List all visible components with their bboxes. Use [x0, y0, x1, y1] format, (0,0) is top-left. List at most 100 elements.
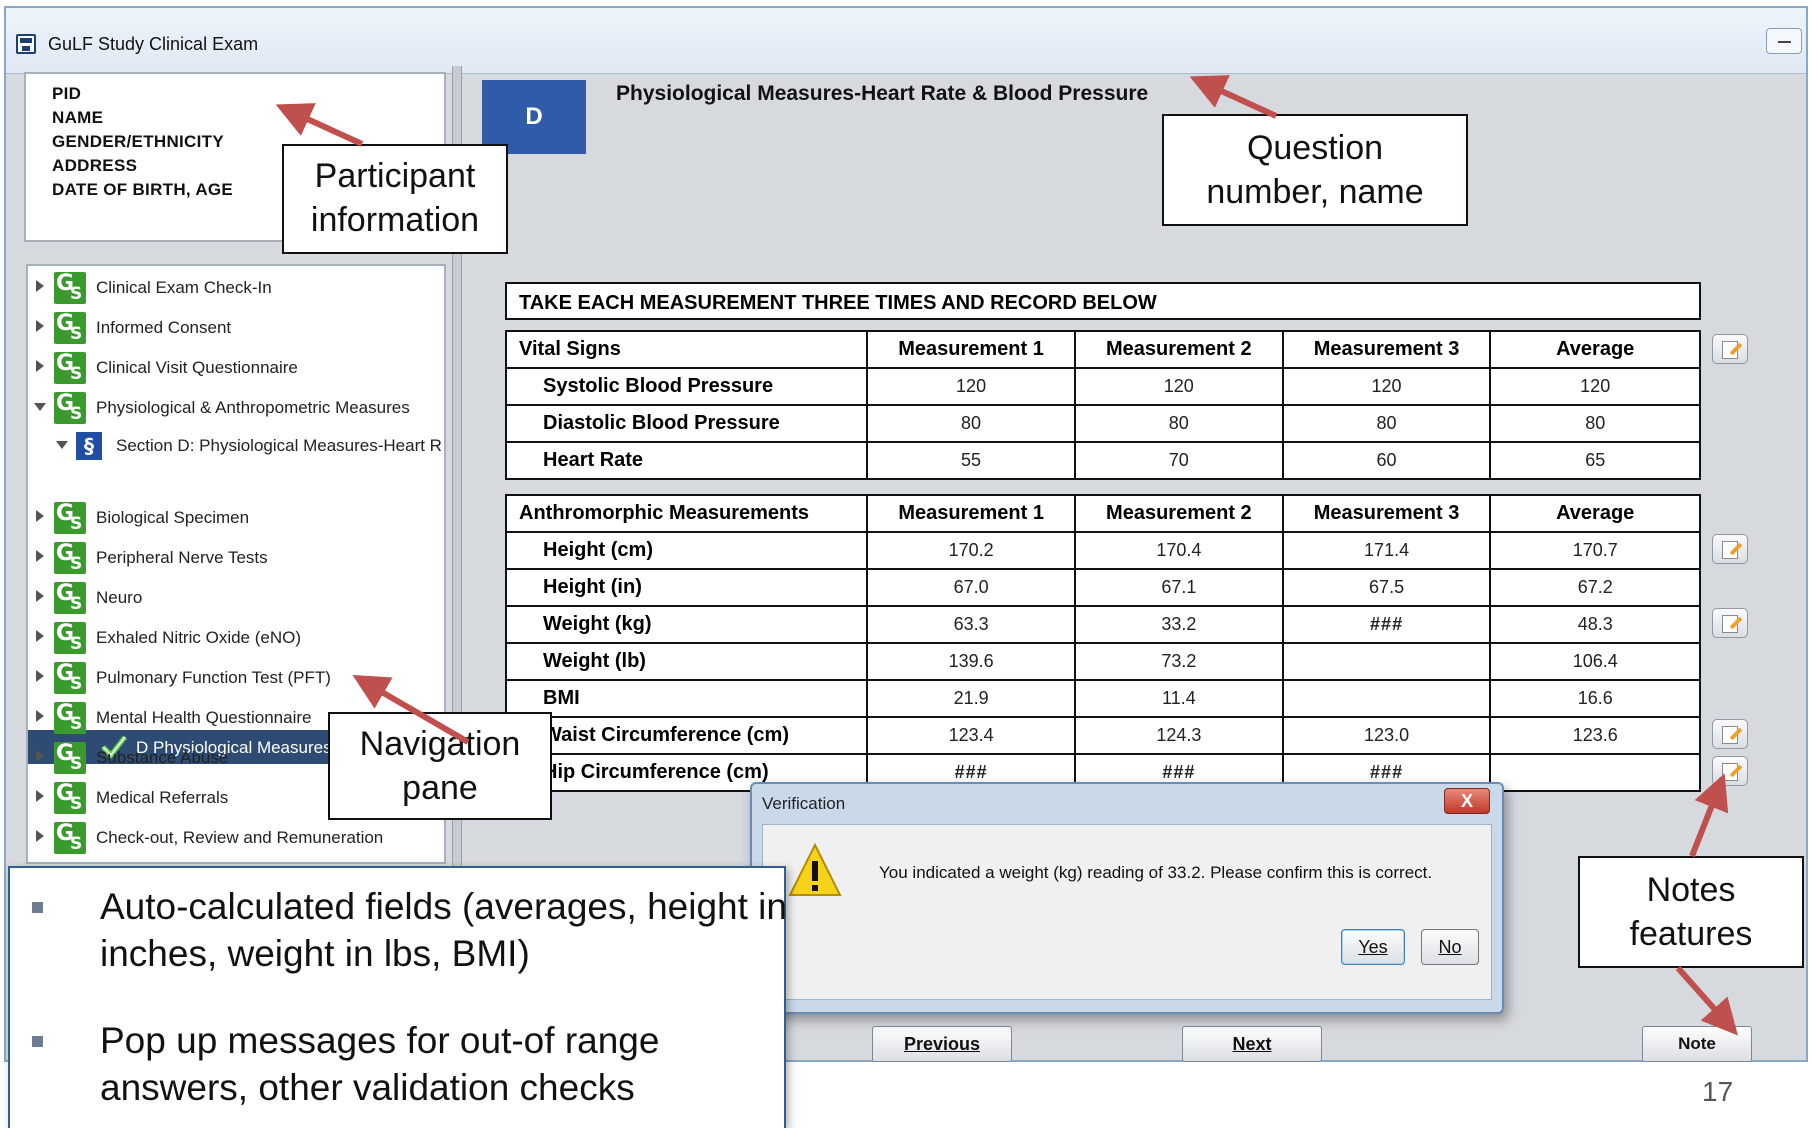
gs-icon	[54, 701, 86, 734]
expand-arrow-icon[interactable]	[36, 790, 44, 802]
close-icon[interactable]: X	[1444, 788, 1490, 814]
gs-icon	[54, 821, 86, 854]
gs-icon	[54, 781, 86, 814]
row-label: Weight (lb)	[504, 642, 869, 681]
measurement-2-cell[interactable]: 70	[1073, 441, 1284, 480]
nav-item-physiological-anthropometric[interactable]: Physiological & Anthropometric Measures	[28, 390, 444, 424]
note-button[interactable]: Note	[1642, 1026, 1752, 1062]
measurement-2-cell[interactable]: 33.2	[1074, 605, 1284, 644]
nav-item-pulmonary-function-test[interactable]: Pulmonary Function Test (PFT)	[28, 660, 444, 694]
column-header: Average	[1489, 330, 1701, 369]
row-label: Waist Circumference (cm)	[504, 716, 869, 755]
measurement-2-cell[interactable]: 80	[1073, 404, 1284, 443]
edit-note-icon[interactable]	[1712, 334, 1748, 364]
yes-button[interactable]: Yes	[1341, 929, 1405, 965]
expand-arrow-icon[interactable]	[36, 710, 44, 722]
measurement-1-cell[interactable]: 63.3	[866, 605, 1077, 644]
nav-item-label: Clinical Exam Check-In	[96, 278, 272, 297]
yes-button-label: Yes	[1358, 937, 1388, 957]
no-button[interactable]: No	[1421, 929, 1479, 965]
column-header: Average	[1489, 494, 1701, 533]
measurement-2-cell[interactable]: 170.4	[1074, 531, 1284, 570]
nav-item-clinical-exam-check-in[interactable]: Clinical Exam Check-In	[28, 270, 444, 304]
nav-item-label: Pulmonary Function Test (PFT)	[96, 668, 331, 687]
column-header: Measurement 2	[1073, 330, 1284, 369]
expand-arrow-icon[interactable]	[36, 630, 44, 642]
measurement-1-cell[interactable]: 170.2	[866, 531, 1077, 570]
measurement-2-cell[interactable]: 120	[1073, 367, 1284, 406]
nav-item-label: Clinical Visit Questionnaire	[96, 358, 298, 377]
nav-item-exhaled-nitric-oxide[interactable]: Exhaled Nitric Oxide (eNO)	[28, 620, 444, 654]
row-label: Height (in)	[504, 568, 869, 607]
column-header: Measurement 2	[1074, 494, 1284, 533]
measurement-2-cell[interactable]: 124.3	[1074, 716, 1284, 755]
next-button[interactable]: Next	[1182, 1026, 1322, 1062]
edit-note-icon[interactable]	[1712, 719, 1748, 749]
vital-signs-table: Vital Signs Measurement 1 Measurement 2 …	[504, 330, 1701, 480]
nav-item-peripheral-nerve-tests[interactable]: Peripheral Nerve Tests	[28, 540, 444, 574]
measurement-1-cell[interactable]: 55	[866, 441, 1076, 480]
minimize-button[interactable]	[1766, 28, 1802, 54]
expand-arrow-icon[interactable]	[36, 550, 44, 562]
measurement-3-cell[interactable]: 171.4	[1281, 531, 1492, 570]
measurement-1-cell: 21.9	[866, 679, 1077, 718]
expand-arrow-icon[interactable]	[36, 670, 44, 682]
anthromorphic-table: Anthromorphic Measurements Measurement 1…	[504, 494, 1701, 792]
expand-arrow-icon[interactable]	[36, 830, 44, 842]
nav-item-biological-specimen[interactable]: Biological Specimen	[28, 500, 444, 534]
callout-line: Navigation	[359, 725, 521, 763]
expand-arrow-icon[interactable]	[36, 750, 44, 762]
table-row: Weight (kg) 63.3 33.2 ### 48.3	[504, 605, 1701, 644]
column-header: Measurement 3	[1281, 494, 1492, 533]
column-header: Measurement 3	[1281, 330, 1492, 369]
nav-item-check-out[interactable]: Check-out, Review and Remuneration	[28, 820, 444, 854]
measurement-1-cell[interactable]: 123.4	[866, 716, 1077, 755]
measurement-1-cell: 139.6	[866, 642, 1077, 681]
measurement-1-cell[interactable]: 120	[866, 367, 1076, 406]
average-cell: 123.6	[1489, 716, 1701, 755]
measurement-3-cell[interactable]: 80	[1281, 404, 1492, 443]
nav-item-label: Biological Specimen	[96, 508, 250, 527]
bullet-text: Pop up messages for out-of range answers…	[100, 1020, 660, 1108]
measurement-1-cell[interactable]: 80	[866, 404, 1076, 443]
nav-item-label: Substance Abuse	[96, 748, 229, 767]
edit-note-icon[interactable]	[1712, 534, 1748, 564]
previous-button[interactable]: Previous	[872, 1026, 1012, 1062]
column-header: Anthromorphic Measurements	[504, 494, 869, 533]
expand-arrow-icon[interactable]	[36, 360, 44, 372]
measurement-2-cell: 11.4	[1074, 679, 1284, 718]
measurement-3-cell[interactable]: 120	[1281, 367, 1492, 406]
gs-icon	[54, 501, 86, 534]
average-cell: 170.7	[1489, 531, 1701, 570]
title-bar[interactable]: GuLF Study Clinical Exam	[6, 8, 1806, 74]
nav-item-neuro[interactable]: Neuro	[28, 580, 444, 614]
average-cell: 80	[1489, 404, 1701, 443]
notes-callout: Notes features	[1578, 856, 1804, 968]
average-cell: 48.3	[1489, 605, 1701, 644]
nav-item-clinical-visit-questionnaire[interactable]: Clinical Visit Questionnaire	[28, 350, 444, 384]
next-button-label: Next	[1232, 1034, 1272, 1054]
expand-arrow-icon[interactable]	[36, 320, 44, 332]
dialog-message: You indicated a weight (kg) reading of 3…	[879, 863, 1433, 882]
expand-arrow-icon[interactable]	[36, 280, 44, 292]
nav-item-section-d[interactable]: § Section D: Physiological Measures-Hear…	[28, 428, 444, 462]
measurement-3-cell[interactable]: 60	[1281, 441, 1492, 480]
nav-item-label: Exhaled Nitric Oxide (eNO)	[96, 628, 302, 647]
slide: GuLF Study Clinical Exam PID NAME GENDER…	[0, 0, 1812, 1128]
measurement-3-cell[interactable]: 123.0	[1281, 716, 1492, 755]
table-row: BMI 21.9 11.4 16.6	[504, 679, 1701, 718]
collapse-arrow-icon[interactable]	[34, 403, 46, 411]
edit-note-icon[interactable]	[1712, 756, 1748, 786]
expand-arrow-icon[interactable]	[36, 510, 44, 522]
participant-pid: PID	[52, 84, 82, 103]
measurement-2-cell: 73.2	[1074, 642, 1284, 681]
row-label: Heart Rate	[504, 441, 869, 480]
gs-icon	[54, 351, 86, 384]
collapse-arrow-icon[interactable]	[56, 441, 68, 449]
measurement-3-cell	[1281, 642, 1492, 681]
measurement-3-cell[interactable]: ###	[1281, 605, 1492, 644]
question-callout: Question number, name	[1162, 114, 1468, 226]
nav-item-informed-consent[interactable]: Informed Consent	[28, 310, 444, 344]
edit-note-icon[interactable]	[1712, 608, 1748, 638]
expand-arrow-icon[interactable]	[36, 590, 44, 602]
